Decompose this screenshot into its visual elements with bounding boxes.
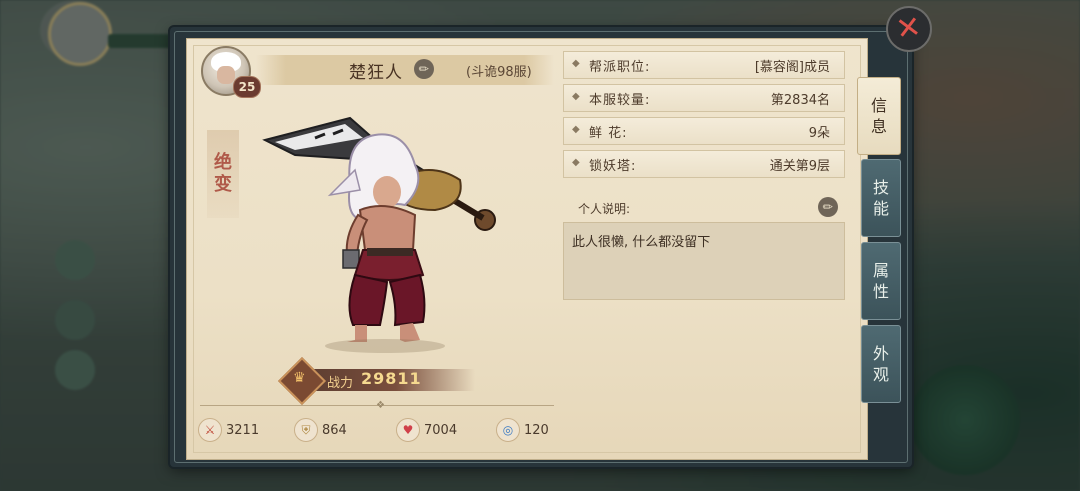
edit-name-button[interactable]: ✎ bbox=[414, 59, 434, 79]
stat-health: ♥ 7004 bbox=[396, 418, 457, 442]
info-row-server-rank: ◆ 本服较量: 第2834名 bbox=[563, 84, 845, 112]
info-row-flowers: ◆ 鲜 花: 9朵 bbox=[563, 117, 845, 145]
tab-skills[interactable]: 技 能 bbox=[861, 159, 901, 237]
tab-attributes[interactable]: 属 性 bbox=[861, 242, 901, 320]
defense-icon: ⛨ bbox=[294, 418, 318, 442]
info-row-guild-position: ◆ 帮派职位: [慕容阁]成员 bbox=[563, 51, 845, 79]
health-icon: ♥ bbox=[396, 418, 420, 442]
stat-speed: ◎ 120 bbox=[496, 418, 549, 442]
diamond-icon: ◆ bbox=[572, 58, 580, 69]
tab-appearance[interactable]: 外 观 bbox=[861, 325, 901, 403]
power-icon: ♛ bbox=[293, 370, 306, 386]
character-model bbox=[262, 116, 496, 353]
diamond-icon: ◆ bbox=[572, 124, 580, 135]
diamond-icon: ◆ bbox=[572, 91, 580, 102]
character-name: 楚狂人 bbox=[349, 63, 403, 83]
close-icon: ✕ bbox=[894, 9, 924, 48]
bio-text: 此人很懒, 什么都没留下 bbox=[572, 235, 711, 250]
info-row-demon-tower: ◆ 锁妖塔: 通关第9层 bbox=[563, 150, 845, 178]
tab-info[interactable]: 信 息 bbox=[857, 77, 901, 155]
speed-icon: ◎ bbox=[496, 418, 520, 442]
diamond-icon: ◆ bbox=[572, 157, 580, 168]
bio-box: 此人很懒, 什么都没留下 bbox=[563, 222, 845, 300]
stat-defense: ⛨ 864 bbox=[294, 418, 347, 442]
close-button[interactable]: ✕ bbox=[886, 6, 932, 52]
combat-power-value: 29811 bbox=[361, 369, 422, 388]
bio-label: 个人说明: bbox=[578, 202, 631, 216]
combat-power-banner: ♛ 战力 29811 bbox=[277, 356, 477, 406]
edit-bio-button[interactable]: ✎ bbox=[818, 197, 838, 217]
server-name: (斗诡98服) bbox=[466, 65, 532, 80]
stat-attack: ⚔ 3211 bbox=[198, 418, 259, 442]
level-badge: 25 bbox=[233, 76, 261, 98]
pencil-icon: ✎ bbox=[819, 198, 837, 216]
pencil-icon: ✎ bbox=[415, 60, 433, 78]
divider-ornament: ❖ bbox=[376, 400, 385, 411]
combat-power-label: 战力 bbox=[327, 376, 354, 391]
character-title: 绝 变 bbox=[207, 130, 239, 218]
attack-icon: ⚔ bbox=[198, 418, 222, 442]
